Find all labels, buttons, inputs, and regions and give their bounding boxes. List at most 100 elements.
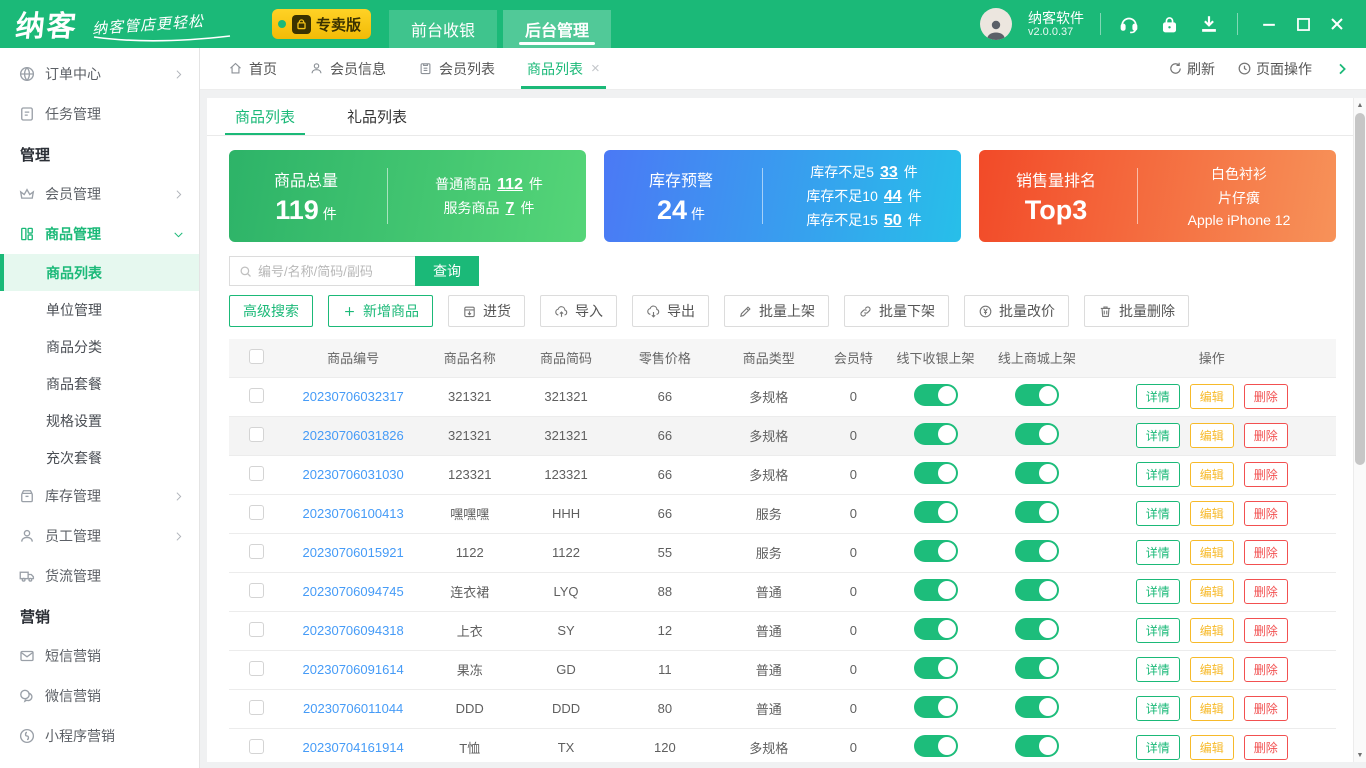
product-code-link[interactable]: 20230706091614 [303, 662, 404, 677]
offline-toggle[interactable] [913, 657, 958, 679]
scrollbar-thumb[interactable] [1355, 113, 1365, 465]
toolbar-button[interactable]: 批量改价 [964, 295, 1069, 327]
refresh-button[interactable]: 刷新 [1168, 59, 1215, 79]
toolbar-button[interactable]: 高级搜索 [229, 295, 313, 327]
online-toggle[interactable] [1014, 696, 1059, 718]
toolbar-button[interactable]: 新增商品 [328, 295, 433, 327]
lock-icon[interactable] [1157, 12, 1181, 36]
offline-toggle[interactable] [913, 618, 958, 640]
product-code-link[interactable]: 20230706011044 [303, 701, 403, 716]
close-button[interactable] [1322, 9, 1352, 39]
edit-button[interactable]: 编辑 [1189, 696, 1234, 721]
sidebar-item[interactable]: 会员管理 [0, 174, 199, 214]
detail-button[interactable]: 详情 [1135, 657, 1180, 682]
offline-toggle[interactable] [913, 384, 958, 406]
page-tab[interactable]: 会员信息 [293, 48, 402, 89]
toolbar-button[interactable]: 进货 [448, 295, 525, 327]
delete-button[interactable]: 删除 [1243, 501, 1288, 526]
online-toggle[interactable] [1014, 657, 1059, 679]
detail-button[interactable]: 详情 [1135, 735, 1180, 760]
delete-button[interactable]: 删除 [1243, 540, 1288, 565]
online-toggle[interactable] [1014, 735, 1059, 757]
row-checkbox[interactable] [249, 621, 265, 637]
edit-button[interactable]: 编辑 [1189, 657, 1234, 682]
avatar[interactable] [980, 8, 1012, 40]
product-code-link[interactable]: 20230706031826 [303, 428, 404, 443]
detail-button[interactable]: 详情 [1135, 462, 1180, 487]
sidebar-item[interactable]: 订单中心 [0, 54, 199, 94]
sidebar-subitem[interactable]: 商品列表 [0, 254, 199, 291]
delete-button[interactable]: 删除 [1243, 462, 1288, 487]
detail-button[interactable]: 详情 [1135, 579, 1180, 604]
delete-button[interactable]: 删除 [1243, 618, 1288, 643]
sidebar-item[interactable]: 短信营销 [0, 636, 199, 676]
offline-toggle[interactable] [913, 423, 958, 445]
online-toggle[interactable] [1014, 462, 1059, 484]
sidebar-item[interactable]: 小程序营销 [0, 716, 199, 756]
search-button[interactable]: 查询 [415, 256, 479, 286]
online-toggle[interactable] [1014, 384, 1059, 406]
delete-button[interactable]: 删除 [1243, 384, 1288, 409]
page-tab[interactable]: 首页 [212, 48, 293, 89]
row-checkbox[interactable] [249, 504, 265, 520]
panel-tab[interactable]: 礼品列表 [343, 98, 411, 135]
row-checkbox[interactable] [249, 738, 265, 754]
sidebar-subitem[interactable]: 商品分类 [0, 328, 199, 365]
product-code-link[interactable]: 20230706032317 [303, 389, 404, 404]
edit-button[interactable]: 编辑 [1189, 540, 1234, 565]
product-code-link[interactable]: 20230706094318 [303, 623, 404, 638]
offline-toggle[interactable] [913, 501, 958, 523]
header-nav-backoffice[interactable]: 后台管理 [503, 10, 612, 48]
page-operations-button[interactable]: 页面操作 [1237, 59, 1312, 79]
sidebar-item[interactable]: 货流管理 [0, 556, 199, 596]
delete-button[interactable]: 删除 [1243, 735, 1288, 760]
detail-button[interactable]: 详情 [1135, 384, 1180, 409]
row-checkbox[interactable] [249, 660, 265, 676]
offline-toggle[interactable] [913, 462, 958, 484]
row-checkbox[interactable] [249, 465, 265, 481]
product-code-link[interactable]: 20230706094745 [303, 584, 404, 599]
select-all-checkbox[interactable] [249, 348, 265, 364]
maximize-button[interactable] [1288, 9, 1318, 39]
sidebar-item[interactable]: 员工管理 [0, 516, 199, 556]
sidebar-item[interactable]: 库存管理 [0, 476, 199, 516]
detail-button[interactable]: 详情 [1135, 618, 1180, 643]
online-toggle[interactable] [1014, 618, 1059, 640]
edit-button[interactable]: 编辑 [1189, 462, 1234, 487]
toolbar-button[interactable]: 批量下架 [844, 295, 949, 327]
sidebar-item[interactable]: 任务管理 [0, 94, 199, 134]
close-tab-icon[interactable]: × [591, 60, 600, 77]
sidebar-subitem[interactable]: 规格设置 [0, 402, 199, 439]
delete-button[interactable]: 删除 [1243, 657, 1288, 682]
edit-button[interactable]: 编辑 [1189, 735, 1234, 760]
online-toggle[interactable] [1014, 423, 1059, 445]
scroll-up-arrow[interactable]: ▲ [1354, 98, 1366, 112]
minimize-button[interactable] [1254, 9, 1284, 39]
panel-tab[interactable]: 商品列表 [224, 98, 306, 135]
sidebar-subitem[interactable]: 商品套餐 [0, 365, 199, 402]
row-checkbox[interactable] [249, 582, 265, 598]
edit-button[interactable]: 编辑 [1189, 501, 1234, 526]
scroll-down-arrow[interactable]: ▼ [1354, 748, 1366, 762]
product-code-link[interactable]: 20230706100413 [303, 506, 404, 521]
product-code-link[interactable]: 20230704161914 [303, 740, 404, 755]
page-tab[interactable]: 会员列表 [402, 48, 511, 89]
delete-button[interactable]: 删除 [1243, 423, 1288, 448]
header-nav-cashier[interactable]: 前台收银 [389, 10, 498, 48]
search-input[interactable] [258, 263, 407, 279]
online-toggle[interactable] [1014, 501, 1059, 523]
offline-toggle[interactable] [913, 540, 958, 562]
online-toggle[interactable] [1014, 579, 1059, 601]
sidebar-subitem[interactable]: 单位管理 [0, 291, 199, 328]
delete-button[interactable]: 删除 [1243, 579, 1288, 604]
edit-button[interactable]: 编辑 [1189, 423, 1234, 448]
online-toggle[interactable] [1014, 540, 1059, 562]
detail-button[interactable]: 详情 [1135, 696, 1180, 721]
vertical-scrollbar[interactable]: ▲ ▼ [1353, 98, 1366, 762]
sidebar-item[interactable]: 商品管理 [0, 214, 199, 254]
toolbar-button[interactable]: 导入 [540, 295, 617, 327]
detail-button[interactable]: 详情 [1135, 540, 1180, 565]
headset-icon[interactable] [1117, 12, 1141, 36]
offline-toggle[interactable] [913, 696, 958, 718]
offline-toggle[interactable] [913, 579, 958, 601]
